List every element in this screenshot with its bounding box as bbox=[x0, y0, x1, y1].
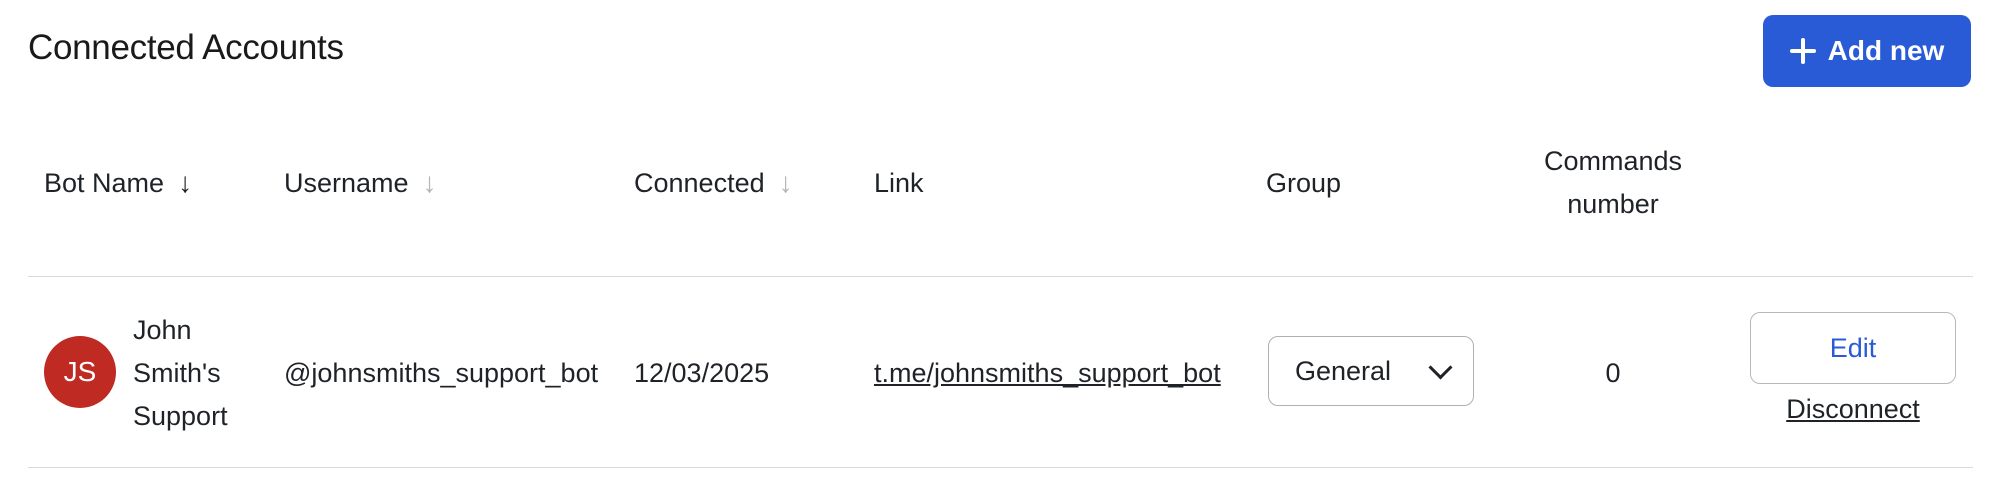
page-title: Connected Accounts bbox=[28, 28, 344, 67]
group-select[interactable]: General bbox=[1268, 336, 1474, 406]
column-header-username-label: Username bbox=[284, 167, 409, 198]
group-select-value: General bbox=[1295, 355, 1392, 386]
column-header-connected-label: Connected bbox=[634, 167, 765, 198]
column-header-group: Group bbox=[1266, 160, 1341, 206]
column-header-username[interactable]: Username ↓ bbox=[284, 160, 437, 206]
disconnect-link[interactable]: Disconnect bbox=[1750, 394, 1956, 425]
column-header-commands-line1: Commands bbox=[1543, 146, 1683, 176]
edit-button[interactable]: Edit bbox=[1750, 312, 1956, 384]
bot-link[interactable]: t.me/johnsmiths_support_bot bbox=[874, 353, 1221, 393]
add-new-button[interactable]: Add new bbox=[1763, 15, 1971, 87]
header-divider bbox=[28, 276, 1973, 277]
plus-icon bbox=[1789, 38, 1816, 64]
bot-name-cell: John Smith's Support bbox=[133, 315, 228, 431]
column-header-connected[interactable]: Connected ↓ bbox=[634, 160, 793, 206]
avatar: JS bbox=[44, 336, 116, 408]
sort-arrow-down-icon: ↓ bbox=[178, 167, 193, 198]
username-cell: @johnsmiths_support_bot bbox=[284, 358, 599, 388]
column-header-group-label: Group bbox=[1266, 167, 1342, 198]
column-header-bot-name-label: Bot Name bbox=[44, 167, 165, 198]
column-header-link: Link bbox=[874, 160, 924, 206]
row-divider bbox=[28, 467, 1973, 468]
add-new-label: Add new bbox=[1827, 35, 1945, 66]
chevron-down-icon bbox=[1428, 354, 1453, 380]
sort-arrow-down-icon: ↓ bbox=[422, 167, 437, 198]
connected-date-cell: 12/03/2025 bbox=[634, 358, 770, 388]
column-header-commands-line2: number bbox=[1567, 189, 1659, 219]
commands-number-cell: 0 bbox=[1605, 358, 1621, 388]
column-header-link-label: Link bbox=[874, 167, 924, 198]
sort-arrow-down-icon: ↓ bbox=[778, 167, 793, 198]
column-header-commands-number: Commands number bbox=[1478, 140, 1748, 226]
column-header-bot-name[interactable]: Bot Name ↓ bbox=[44, 160, 192, 206]
